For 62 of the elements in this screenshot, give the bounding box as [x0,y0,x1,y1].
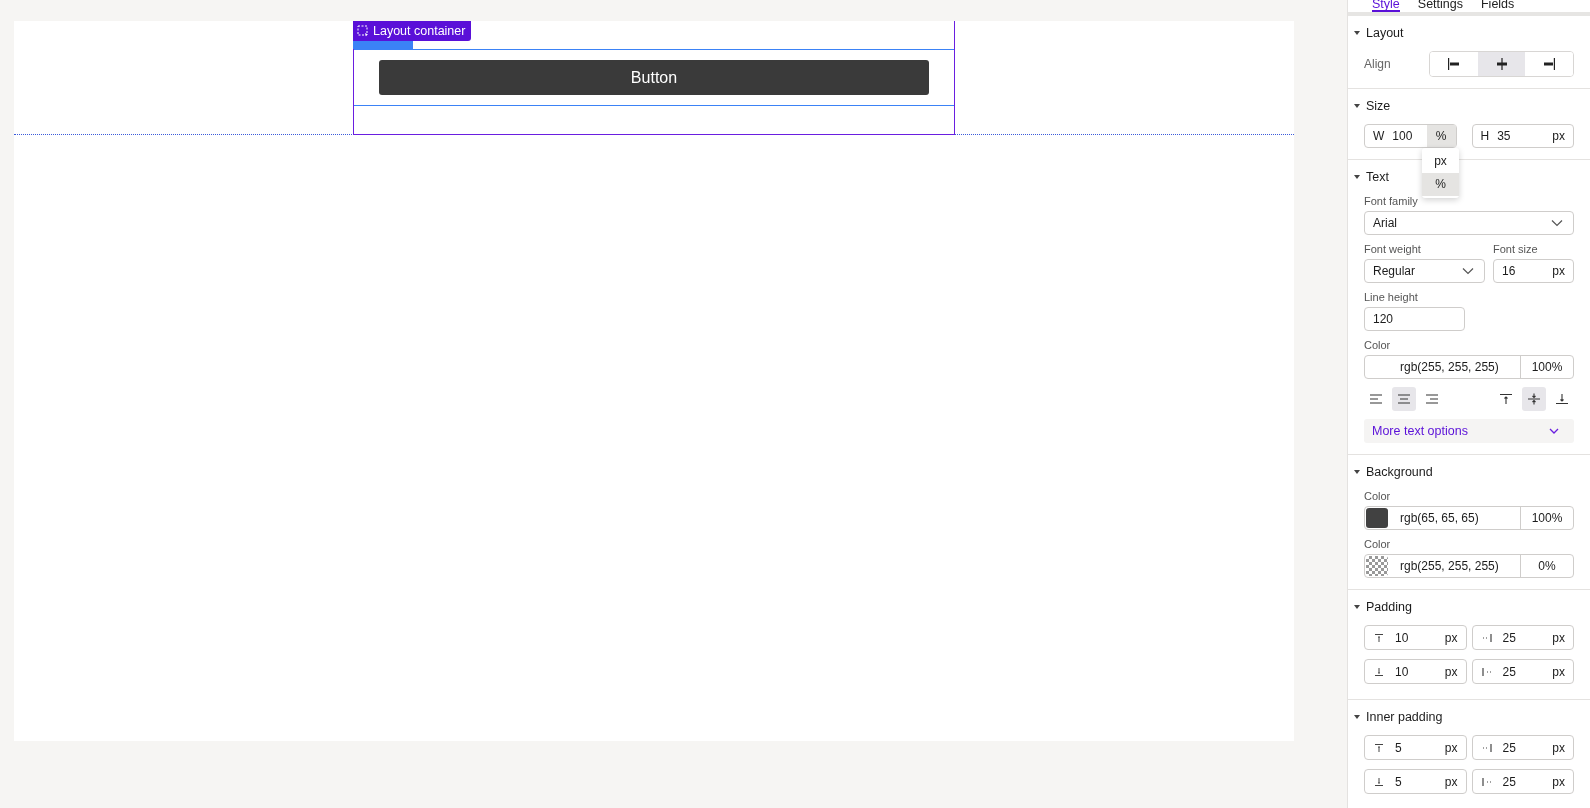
padding-side-icon [1373,776,1385,787]
padding-side-icon [1480,666,1493,677]
padding-field[interactable]: 25 px [1471,625,1574,650]
padding-field[interactable]: 10 px [1364,659,1467,684]
padding-field[interactable]: 10 px [1364,625,1467,650]
color-field[interactable]: rgb(255, 255, 255) 100% [1364,355,1574,379]
chevron-icon [1462,267,1474,275]
color-swatch[interactable] [1366,508,1388,528]
section-header[interactable]: Layout [1354,26,1404,40]
vertical-align-icon [1527,393,1541,405]
chevron-icon [1551,219,1563,227]
field-label: Font family [1364,195,1419,207]
field-label: Font size [1493,243,1539,255]
font-family-select[interactable]: Arial [1364,211,1574,235]
section-header[interactable]: Size [1354,99,1391,113]
section-header[interactable]: Padding [1354,600,1412,614]
transparent-swatch[interactable] [1366,556,1388,576]
padding-field[interactable]: 25 px [1471,769,1574,794]
padding-side-icon [1373,666,1385,677]
height-field[interactable]: H 35 px [1471,124,1574,148]
color-field[interactable]: rgb(65, 65, 65) 100% [1364,506,1574,530]
padding-field[interactable]: 25 px [1471,659,1574,684]
align-label: Align [1364,57,1391,71]
menu-item[interactable]: % [1422,173,1459,196]
field-label: Color [1364,490,1392,502]
text-align-icon [1369,393,1383,405]
more-text-options-button[interactable]: More text options [1364,419,1574,443]
vertical-align-icon [1499,393,1513,405]
field-label: Color [1364,339,1392,351]
width-field[interactable]: W 100 % [1364,124,1457,148]
padding-side-icon [1480,742,1493,753]
section-header[interactable]: Text [1354,170,1389,184]
layout-container[interactable]: Layout container Button [353,21,955,135]
text-align-icon [1397,393,1411,405]
font-size-field[interactable]: 16 px [1493,259,1574,283]
field-label: Color [1364,538,1392,550]
field-label: Font weight [1364,243,1422,255]
font-weight-select[interactable]: Regular [1364,259,1485,283]
field-label: Line height [1364,291,1419,303]
align-icon [1541,57,1558,71]
selection-icon [357,25,369,37]
padding-field[interactable]: 5 px [1364,735,1467,760]
canvas-button[interactable]: Button [379,60,929,95]
vertical-align-icon [1555,393,1569,405]
padding-field[interactable]: 5 px [1364,769,1467,794]
align-button[interactable] [1477,52,1526,76]
chevron-icon [1548,427,1560,435]
padding-field[interactable]: 25 px [1471,735,1574,760]
padding-side-icon [1373,632,1385,643]
color-field[interactable]: rgb(255, 255, 255) 0% [1364,554,1574,578]
text-align-button[interactable] [1392,387,1416,411]
align-icon [1445,57,1462,71]
padding-side-icon [1480,776,1493,787]
line-height-field[interactable]: 120 [1364,307,1465,331]
text-align-icon [1425,393,1439,405]
section-header[interactable]: Inner padding [1354,710,1443,724]
element-tag [353,39,413,49]
container-label: Layout container [373,24,466,38]
menu-item[interactable]: px [1422,150,1459,173]
padding-side-icon [1373,742,1385,753]
padding-side-icon [1480,632,1493,643]
section-header[interactable]: Background [1354,465,1433,479]
